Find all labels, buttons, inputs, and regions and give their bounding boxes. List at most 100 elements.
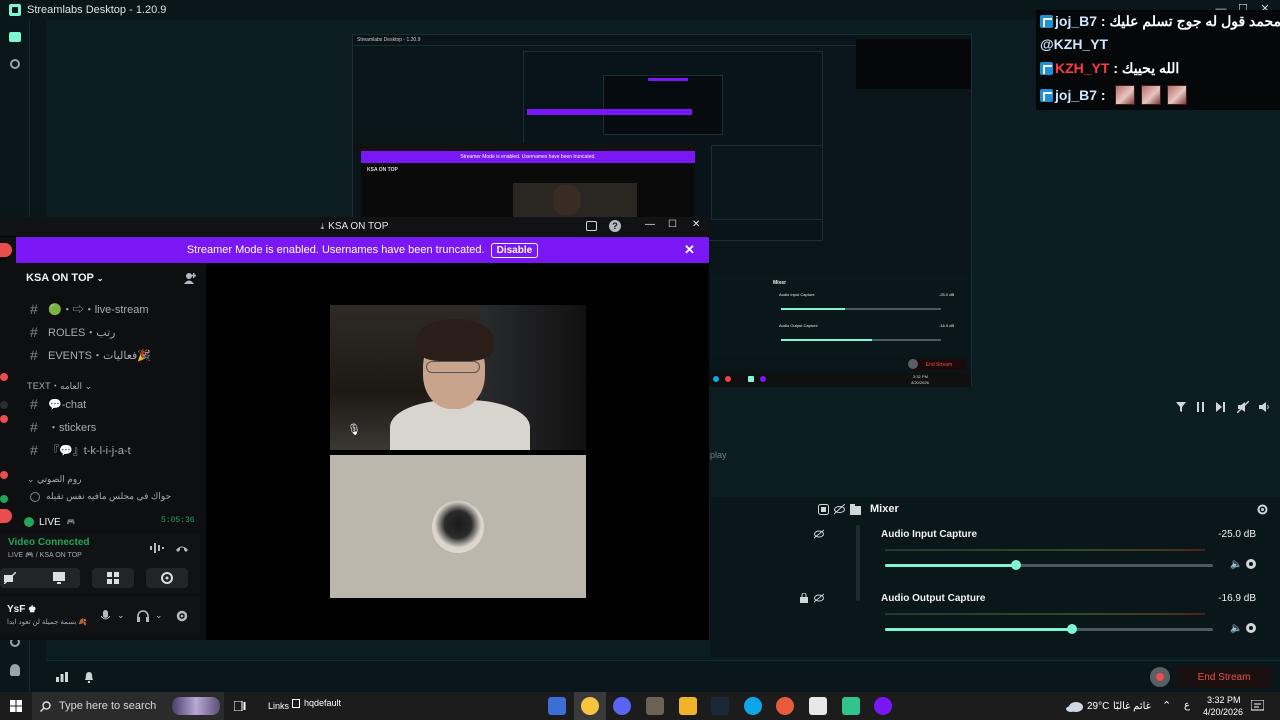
taskbar-file-explorer-icon[interactable] [679,697,697,715]
voice-channel[interactable]: حواك في مجلس مافيه نفس تقيله [30,491,171,502]
weather-text[interactable]: غائم غالبًا [1113,701,1151,712]
user-settings-gear-icon[interactable] [176,610,188,622]
taskbar-photo-icon[interactable] [646,697,664,715]
disconnect-icon[interactable] [175,543,189,553]
headphones-icon[interactable] [137,610,149,622]
headphone-options-chevron-icon[interactable]: ⌄ [155,610,163,621]
mute-toggle-icon[interactable]: 🔈 [1230,559,1242,570]
user-name[interactable]: YsF ♚ [7,604,36,615]
clock-date[interactable]: 4/20/2026 [1203,707,1243,717]
channel-item[interactable]: # 🟢・⇨・live-stream [30,301,148,317]
live-speaker-icon [24,517,34,527]
notification-center-icon[interactable] [1251,700,1264,712]
add-folder-icon[interactable] [850,504,861,515]
channel-item[interactable]: # ・stickers [30,419,96,435]
hide-source-icon[interactable] [834,504,845,515]
pause-icon[interactable] [1196,402,1206,412]
taskbar-app-1-icon[interactable] [548,697,566,715]
channel-item[interactable]: # 『💬』t-k-l-i-j-a-t [30,442,131,458]
volume-slider-handle[interactable] [1011,560,1022,570]
live-voice-row[interactable]: LIVE 🎮 5:05:36 [24,513,200,531]
taskbar-chrome-icon[interactable] [581,697,599,715]
voice-location[interactable]: LIVE 🎮 / KSA ON TOP [8,551,82,559]
next-icon[interactable] [1216,402,1226,412]
mixer-panel: Mixer Audio Input Capture -25.0 dB 🔈 Audio … [710,497,1280,657]
source-settings-gear-icon[interactable] [1246,559,1256,569]
channel-item[interactable]: # ROLES・رتب [30,324,115,340]
taskbar-edge-icon[interactable] [744,697,762,715]
task-view-icon[interactable] [234,701,246,711]
performance-icon[interactable] [56,672,68,682]
filter-icon[interactable] [1176,402,1186,412]
voice-levels-icon[interactable] [150,543,164,553]
show-hidden-icons-chevron-icon[interactable]: ⌃ [1162,699,1171,712]
record-button[interactable] [1150,667,1170,687]
server-avatar-2[interactable] [0,401,8,409]
editor-icon[interactable] [9,32,21,42]
soundboard-button[interactable] [146,568,188,588]
mute-icon[interactable] [1237,401,1249,413]
stray-text: play [710,450,727,460]
inbox-icon[interactable] [586,221,597,231]
add-member-icon[interactable] [184,272,196,284]
hqdefault-toolbar-item[interactable]: hqdefault [292,698,341,708]
weather-cloud-icon[interactable] [1066,701,1084,712]
server-avatar-5[interactable] [0,495,8,503]
input-language[interactable]: ع [1184,700,1190,711]
nested-input-db: -25.0 dB [939,292,955,297]
mic-options-chevron-icon[interactable]: ⌄ [117,610,125,621]
server-avatar-small[interactable] [0,373,8,381]
discord-minimize-icon[interactable]: — [645,219,655,230]
source-settings-gear-icon[interactable] [1246,623,1256,633]
taskbar-search-box[interactable]: Type here to search [32,692,224,720]
taskbar-purple-app-icon[interactable] [874,697,892,715]
notifications-bell-icon[interactable] [84,671,94,683]
webcam-video-tile[interactable]: 🎙 [330,305,586,450]
channel-item[interactable]: # EVENTS・فعاليات🎉 [30,347,151,363]
server-avatar-6[interactable] [0,509,12,523]
lock-icon[interactable] [800,593,808,603]
nested-discord-titlebar [353,143,696,151]
volume-icon[interactable] [1258,401,1270,413]
clock-time[interactable]: 3:32 PM [1207,695,1241,705]
weather-temp[interactable]: 29°C [1087,701,1109,712]
links-toolbar[interactable]: Links [268,701,289,711]
end-stream-button[interactable]: End Stream [1176,666,1272,688]
video-connected-label[interactable]: Video Connected [8,537,90,548]
source-visibility-icon[interactable] [814,529,824,539]
screen-share-button[interactable] [38,568,80,588]
mute-toggle-icon[interactable]: 🔈 [1230,623,1242,634]
taskbar-steam-icon[interactable] [711,697,729,715]
volume-slider-handle[interactable] [1066,624,1077,634]
mixer-scrollbar[interactable] [856,525,860,601]
advanced-audio-icon[interactable] [818,504,829,515]
disable-button[interactable]: Disable [490,242,539,258]
microphone-icon[interactable] [101,610,110,622]
activities-button[interactable] [92,568,134,588]
help-icon[interactable]: ? [609,220,621,232]
source-visibility-icon-2[interactable] [814,593,824,603]
banner-close-icon[interactable]: ✕ [684,242,695,258]
discord-close-icon[interactable]: ✕ [692,219,700,230]
server-name-header[interactable]: KSA ON TOP ⌄ [26,272,103,284]
taskbar-discord-icon[interactable] [613,697,631,715]
server-avatar-3[interactable] [0,415,8,423]
server-avatar-4[interactable] [0,471,8,479]
discord-maximize-icon[interactable]: ☐ [668,219,677,230]
server-avatar-red[interactable] [0,243,12,257]
themes-icon[interactable] [10,59,20,69]
user-icon[interactable] [10,664,20,676]
mixer-settings-gear-icon[interactable] [1257,504,1268,515]
volume-slider[interactable] [885,624,1213,634]
channel-item[interactable]: # 💬-chat [30,396,86,412]
taskbar-streamlabs-icon[interactable] [842,697,860,715]
avatar-video-tile[interactable] [330,455,586,598]
volume-slider[interactable] [885,560,1213,570]
voice-category[interactable]: ⌄ روم الصوتي [27,474,82,485]
windows-start-icon[interactable] [10,700,22,712]
text-category[interactable]: TEXT・العامه ⌄ [27,379,92,392]
chat-message: @KZH_YT [1040,33,1108,55]
camera-off-button[interactable] [0,568,42,588]
taskbar-app-orange-icon[interactable] [776,697,794,715]
taskbar-capcut-icon[interactable] [809,697,827,715]
